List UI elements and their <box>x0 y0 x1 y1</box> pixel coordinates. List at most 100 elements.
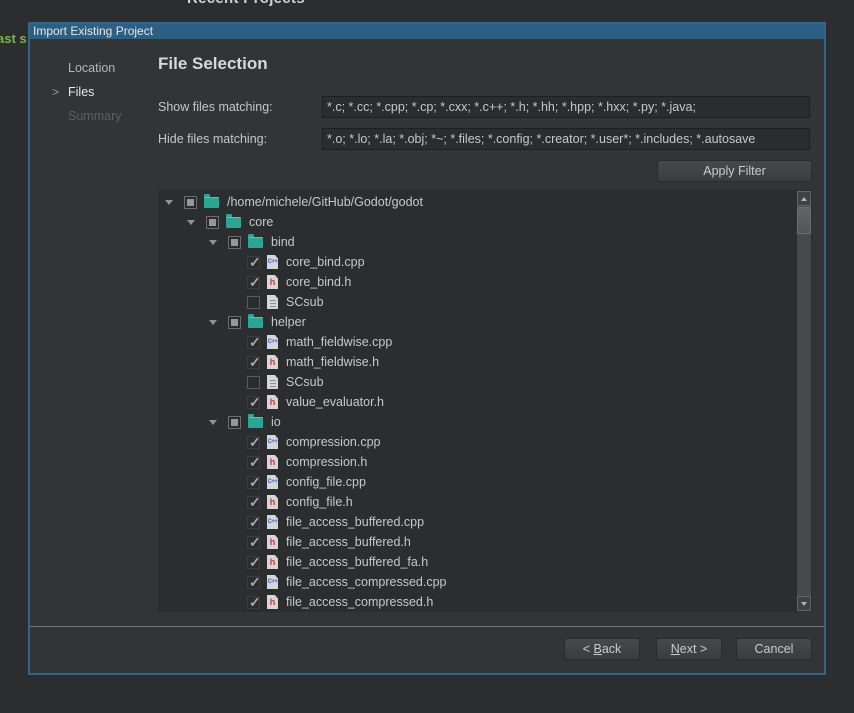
wizard-step-files[interactable]: > Files <box>68 84 94 100</box>
generic-file-icon <box>267 295 278 309</box>
tree-item-label: file_access_buffered_fa.h <box>285 555 428 569</box>
tree-item-label: file_access_compressed.h <box>285 595 433 609</box>
folder-icon <box>248 417 263 428</box>
tree-row[interactable]: SCsub <box>158 292 797 312</box>
folder-icon <box>204 197 219 208</box>
generic-file-icon <box>267 375 278 389</box>
tree-row[interactable]: h compression.h <box>158 452 797 472</box>
tree-item-label: math_fieldwise.h <box>285 355 379 369</box>
background-recent-projects-title: Recent Projects <box>187 0 305 7</box>
checkbox-checked[interactable] <box>247 516 260 529</box>
scrollbar-up-button[interactable] <box>797 191 811 206</box>
checkbox-checked[interactable] <box>247 456 260 469</box>
wizard-step-location[interactable]: Location <box>68 60 115 76</box>
tree-row[interactable]: C++core_bind.cpp <box>158 252 797 272</box>
arrow-down-icon <box>801 602 807 606</box>
wizard-step-label: Summary <box>68 109 121 123</box>
dialog-titlebar[interactable]: Import Existing Project <box>30 24 824 39</box>
footer-separator <box>30 626 824 627</box>
wizard-step-label: Location <box>68 61 115 75</box>
scrollbar-down-button[interactable] <box>797 596 811 611</box>
tree-row[interactable]: io <box>158 412 797 432</box>
checkbox-unchecked[interactable] <box>247 376 260 389</box>
header-file-icon: h <box>267 495 278 509</box>
expand-arrow-icon[interactable] <box>209 320 217 325</box>
header-file-icon: h <box>267 455 278 469</box>
checkbox-checked[interactable] <box>247 496 260 509</box>
tree-item-label: config_file.h <box>285 495 353 509</box>
cpp-file-icon: C++ <box>267 515 278 529</box>
tree-row[interactable]: hcore_bind.h <box>158 272 797 292</box>
tree-row[interactable]: C++math_fieldwise.cpp <box>158 332 797 352</box>
tree-row[interactable]: C++file_access_compressed.cpp <box>158 572 797 592</box>
expand-arrow-icon[interactable] <box>165 200 173 205</box>
checkbox-checked[interactable] <box>247 356 260 369</box>
file-tree-rows: /home/michele/GitHub/Godot/godot core bind… <box>158 192 797 612</box>
tree-item-label: io <box>270 415 281 429</box>
tree-item-label: math_fieldwise.cpp <box>285 335 392 349</box>
header-file-icon: h <box>267 275 278 289</box>
checkbox-checked[interactable] <box>247 556 260 569</box>
tree-item-label: config_file.cpp <box>285 475 366 489</box>
apply-filter-button[interactable]: Apply Filter <box>657 160 812 182</box>
checkbox-checked[interactable] <box>247 396 260 409</box>
folder-icon <box>248 237 263 248</box>
header-file-icon: h <box>267 595 278 609</box>
checkbox-unchecked[interactable] <box>247 296 260 309</box>
tree-item-label: core_bind.cpp <box>285 255 365 269</box>
checkbox-checked[interactable] <box>247 576 260 589</box>
tree-item-label: bind <box>270 235 295 249</box>
import-existing-project-dialog: Import Existing Project Location > Files… <box>28 22 826 675</box>
tree-item-label: file_access_buffered.cpp <box>285 515 424 529</box>
tree-row[interactable]: hfile_access_buffered.h <box>158 532 797 552</box>
tree-row[interactable]: hmath_fieldwise.h <box>158 352 797 372</box>
tree-row[interactable]: C++ file_access_buffered.cpp <box>158 512 797 532</box>
file-tree[interactable]: /home/michele/GitHub/Godot/godot core bind… <box>158 190 812 612</box>
checkbox-checked[interactable] <box>247 536 260 549</box>
scrollbar-thumb[interactable] <box>797 207 811 234</box>
tree-row[interactable]: core <box>158 212 797 232</box>
page-title: File Selection <box>158 54 268 74</box>
checkbox-partial[interactable] <box>228 416 241 429</box>
expand-arrow-icon[interactable] <box>209 420 217 425</box>
tree-row[interactable]: C++config_file.cpp <box>158 472 797 492</box>
header-file-icon: h <box>267 535 278 549</box>
checkbox-checked[interactable] <box>247 596 260 609</box>
tree-item-label: SCsub <box>285 375 324 389</box>
folder-icon <box>226 217 241 228</box>
checkbox-checked[interactable] <box>247 256 260 269</box>
tree-item-label: /home/michele/GitHub/Godot/godot <box>226 195 423 209</box>
expand-arrow-icon[interactable] <box>209 240 217 245</box>
tree-row[interactable]: helper <box>158 312 797 332</box>
show-files-input[interactable] <box>322 96 810 118</box>
expand-arrow-icon[interactable] <box>187 220 195 225</box>
tree-scrollbar[interactable] <box>797 191 811 611</box>
tree-row[interactable]: h file_access_buffered_fa.h <box>158 552 797 572</box>
tree-item-label: compression.h <box>285 455 367 469</box>
checkbox-checked[interactable] <box>247 436 260 449</box>
tree-row[interactable]: /home/michele/GitHub/Godot/godot <box>158 192 797 212</box>
back-button[interactable]: < Back <box>564 638 640 660</box>
checkbox-checked[interactable] <box>247 476 260 489</box>
wizard-step-label: Files <box>68 85 94 99</box>
checkbox-partial[interactable] <box>184 196 197 209</box>
next-button[interactable]: Next > <box>656 638 722 660</box>
show-files-label: Show files matching: <box>158 100 273 115</box>
current-step-chevron-icon: > <box>52 84 59 100</box>
tree-row[interactable]: SCsub <box>158 372 797 392</box>
hide-files-input[interactable] <box>322 128 810 150</box>
checkbox-checked[interactable] <box>247 336 260 349</box>
checkbox-partial[interactable] <box>228 236 241 249</box>
cancel-button[interactable]: Cancel <box>736 638 812 660</box>
checkbox-checked[interactable] <box>247 276 260 289</box>
checkbox-partial[interactable] <box>206 216 219 229</box>
checkbox-partial[interactable] <box>228 316 241 329</box>
tree-row[interactable]: bind <box>158 232 797 252</box>
hide-files-label: Hide files matching: <box>158 132 267 147</box>
header-file-icon: h <box>267 555 278 569</box>
tree-row[interactable]: hvalue_evaluator.h <box>158 392 797 412</box>
tree-item-label: helper <box>270 315 306 329</box>
tree-row[interactable]: h file_access_compressed.h <box>158 592 797 612</box>
tree-row[interactable]: h config_file.h <box>158 492 797 512</box>
tree-row[interactable]: C++compression.cpp <box>158 432 797 452</box>
